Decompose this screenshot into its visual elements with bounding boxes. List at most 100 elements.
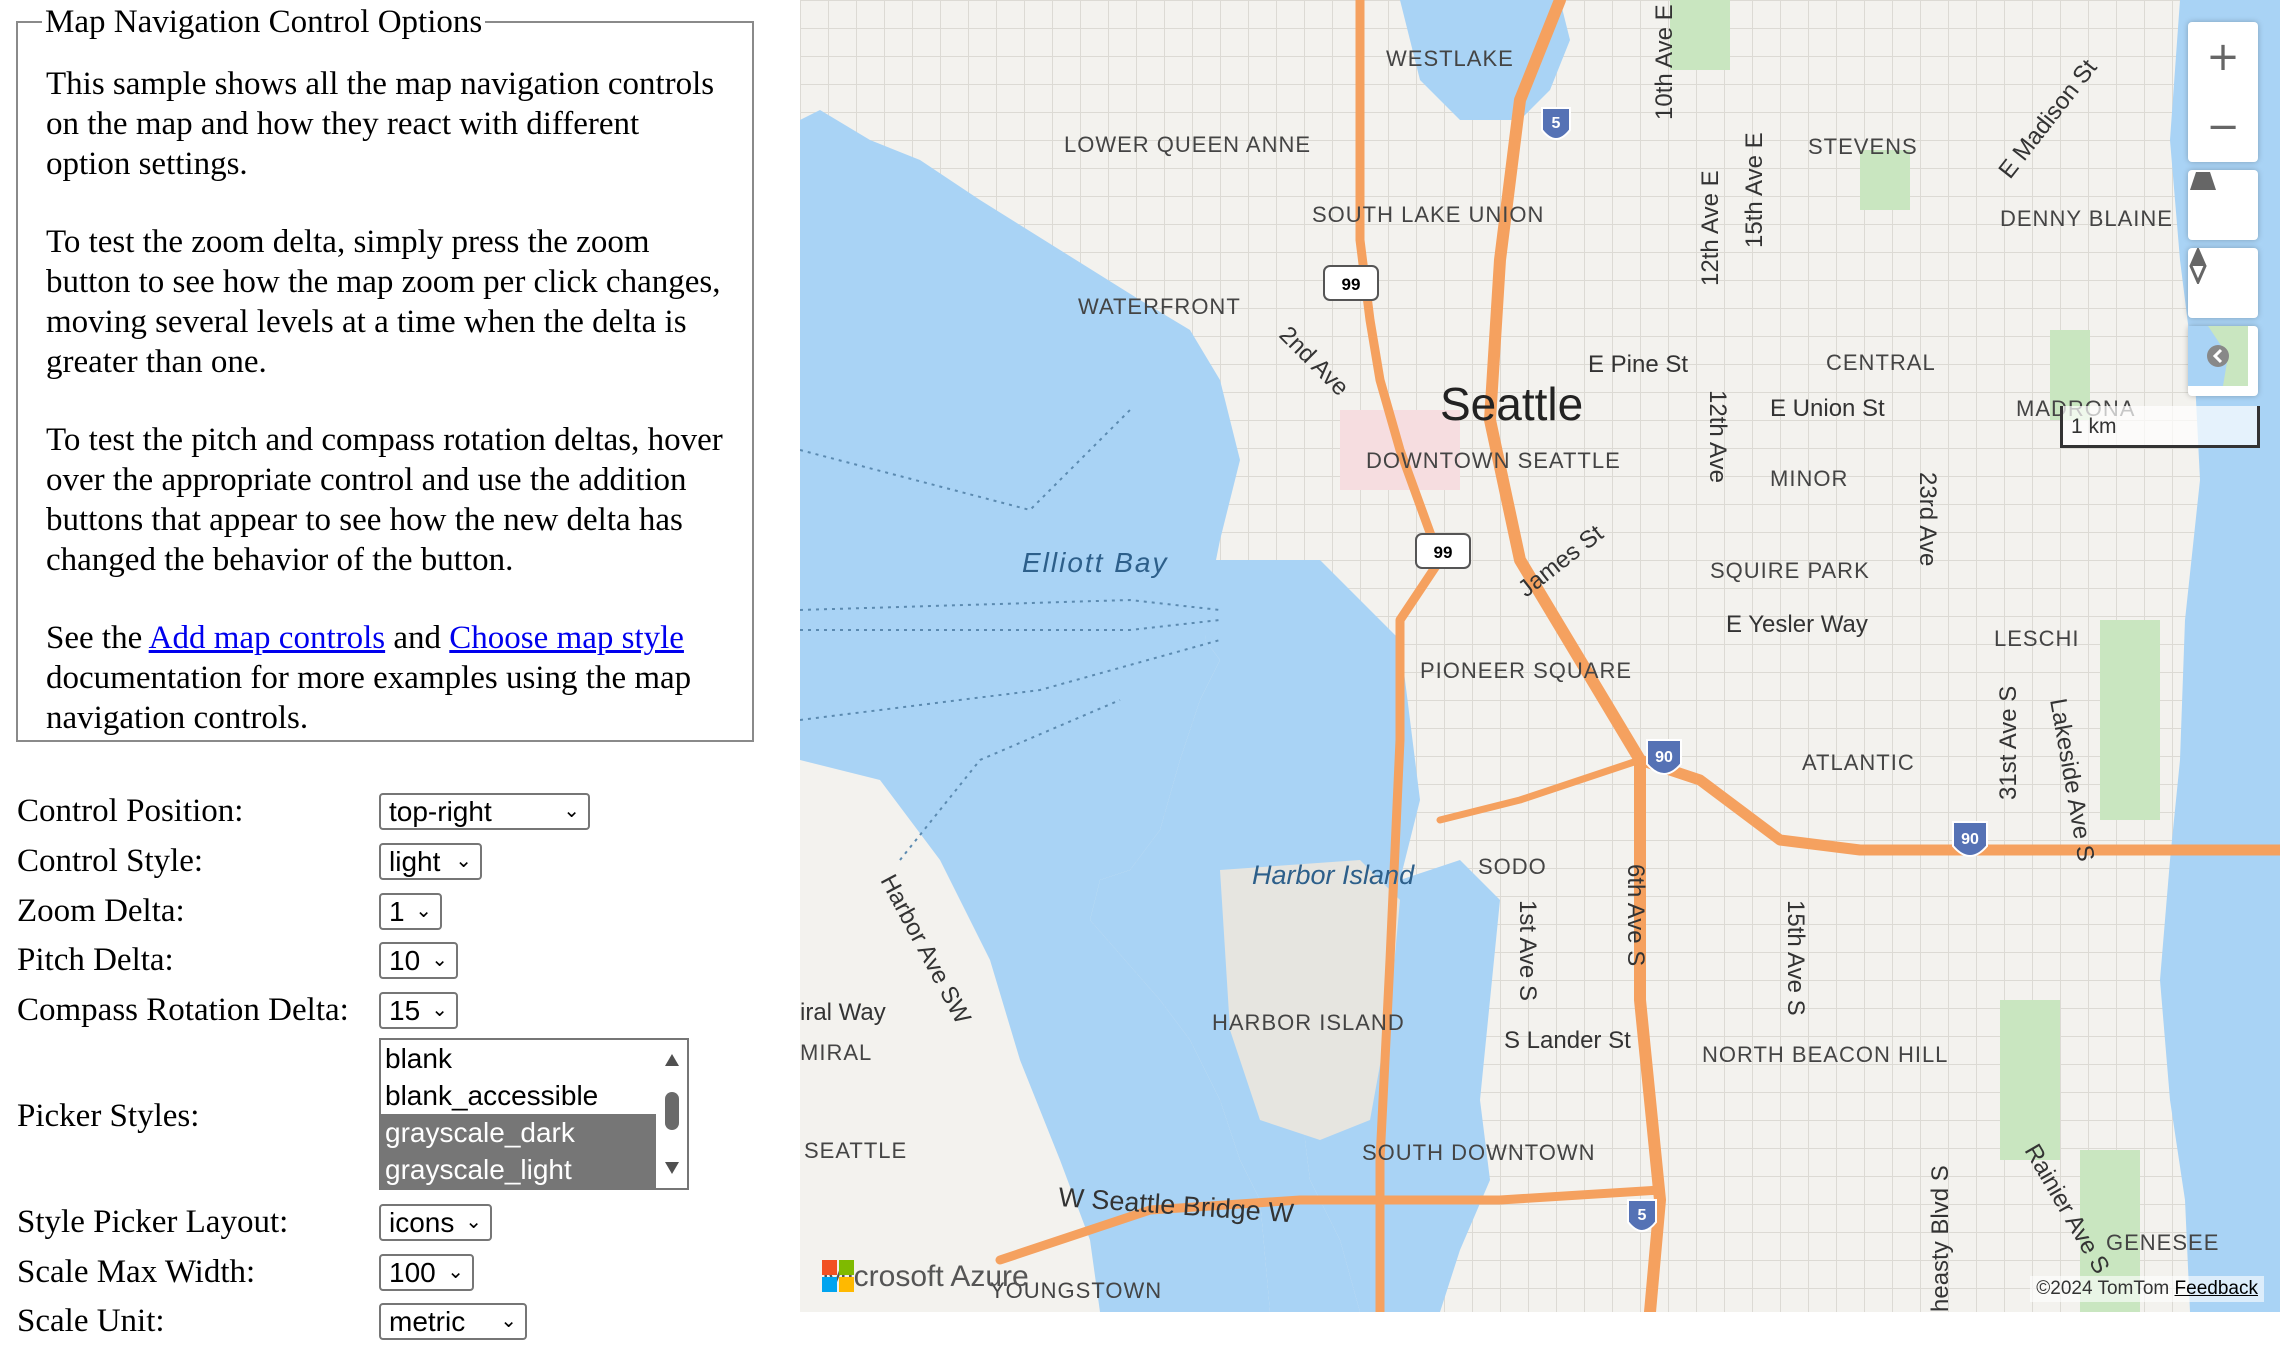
pitch-button[interactable] xyxy=(2188,170,2258,240)
interstate-90-shield: 90 xyxy=(1952,821,1988,857)
street-label-s-lander: S Lander St xyxy=(1504,1027,1631,1054)
control-style-select[interactable]: light ⌄ xyxy=(379,843,482,880)
documentation-text: documentation for more examples using th… xyxy=(46,660,692,736)
map-graphics: 5 5 90 90 99 99 WESTLAKE LOWER QUEEN ANN… xyxy=(800,0,2280,1312)
pitch-delta-label: Pitch Delta: xyxy=(17,942,174,978)
map-label-squire-park: SQUIRE PARK xyxy=(1710,558,1870,583)
street-label-6th-ave-s: 6th Ave S xyxy=(1622,864,1649,966)
panel-legend: Map Navigation Control Options xyxy=(45,4,483,40)
scroll-down-icon xyxy=(665,1162,679,1174)
chevron-down-icon: ⌄ xyxy=(447,1261,464,1283)
street-label-23rd-ave: 23rd Ave xyxy=(1914,472,1941,566)
style-picker-button[interactable] xyxy=(2188,326,2258,396)
chevron-down-icon: ⌄ xyxy=(465,1211,482,1233)
list-item-selected[interactable]: grayscale_light xyxy=(381,1151,656,1188)
see-the-text: See the xyxy=(46,620,143,656)
map-label-pioneer-square: PIONEER SQUARE xyxy=(1420,658,1632,683)
control-position-select[interactable]: top-right ⌄ xyxy=(379,793,590,830)
map-label-sodo: SODO xyxy=(1478,854,1547,879)
pitch-delta-select[interactable]: 10 ⌄ xyxy=(379,942,458,979)
compass-rotation-delta-select[interactable]: 15 ⌄ xyxy=(379,992,458,1029)
description-paragraph-1: This sample shows all the map navigation… xyxy=(46,66,715,182)
scale-max-width-select[interactable]: 100 ⌄ xyxy=(379,1254,474,1291)
options-panel: Map Navigation Control Options This samp… xyxy=(0,0,790,1346)
park xyxy=(2000,1000,2060,1160)
map-label-leschi: LESCHI xyxy=(1994,626,2079,651)
water-label-elliott-bay: Elliott Bay xyxy=(1022,547,1169,578)
compass-control xyxy=(2188,248,2258,318)
street-label-15th-ave-e: 15th Ave E xyxy=(1741,132,1768,248)
style-picker-layout-label: Style Picker Layout: xyxy=(17,1204,289,1240)
description-paragraph-4: See the Add map controls and Choose map … xyxy=(46,618,726,738)
description-fieldset: Map Navigation Control Options This samp… xyxy=(16,4,754,742)
street-label-15th-ave-s: 15th Ave S xyxy=(1782,900,1809,1016)
pitch-icon xyxy=(2190,172,2216,190)
interstate-5-shield: 5 xyxy=(1541,107,1571,140)
street-label-e-yesler: E Yesler Way xyxy=(1726,611,1868,638)
description-text: This sample shows all the map navigation… xyxy=(46,64,726,738)
feedback-link[interactable]: Feedback xyxy=(2175,1278,2258,1299)
description-paragraph-3: To test the pitch and compass rotation d… xyxy=(46,422,723,578)
control-position-label: Control Position: xyxy=(17,793,244,829)
map-label-stevens: STEVENS xyxy=(1808,134,1918,159)
add-map-controls-link[interactable]: Add map controls xyxy=(149,620,385,656)
scale-max-width-value: 100 xyxy=(389,1257,436,1288)
compass-rotation-delta-label: Compass Rotation Delta: xyxy=(17,992,349,1028)
copyright-text: ©2024 TomTom xyxy=(2036,1278,2170,1299)
zoom-in-button[interactable]: + xyxy=(2188,22,2258,92)
chevron-down-icon: ⌄ xyxy=(563,800,580,822)
style-picker-layout-select[interactable]: icons ⌄ xyxy=(379,1204,492,1241)
water-label-harbor-island: Harbor Island xyxy=(1252,860,1415,890)
map-label-waterfront: WATERFRONT xyxy=(1078,294,1241,319)
listbox-scrollbar[interactable] xyxy=(657,1040,687,1188)
zoom-out-button[interactable]: − xyxy=(2188,92,2258,162)
svg-text:90: 90 xyxy=(1655,749,1673,766)
scale-unit-select[interactable]: metric ⌄ xyxy=(379,1303,527,1340)
svg-text:99: 99 xyxy=(1342,275,1361,294)
compass-rotation-delta-value: 15 xyxy=(389,995,421,1026)
scrollbar-thumb xyxy=(665,1092,679,1130)
interstate-5-shield: 5 xyxy=(1627,1199,1657,1232)
map-label-downtown: DOWNTOWN SEATTLE xyxy=(1366,448,1621,473)
zoom-delta-label: Zoom Delta: xyxy=(17,893,185,929)
chevron-down-icon: ⌄ xyxy=(455,850,472,872)
picker-styles-listbox[interactable]: blank blank_accessible grayscale_dark gr… xyxy=(379,1038,689,1190)
compass-icon xyxy=(2189,248,2207,284)
map-label-minor: MINOR xyxy=(1770,466,1848,491)
scroll-up-icon xyxy=(665,1054,679,1066)
chevron-down-icon: ⌄ xyxy=(415,900,432,922)
zoom-in-icon: + xyxy=(2206,34,2240,80)
street-label-e-union: E Union St xyxy=(1770,395,1885,422)
zoom-delta-select[interactable]: 1 ⌄ xyxy=(379,893,442,930)
map-label-lower-queen-anne: LOWER QUEEN ANNE xyxy=(1064,132,1311,157)
chevron-down-icon: ⌄ xyxy=(431,949,448,971)
scale-unit-label: Scale Unit: xyxy=(17,1303,165,1339)
list-item-selected[interactable]: grayscale_dark xyxy=(381,1114,656,1151)
svg-text:99: 99 xyxy=(1434,543,1453,562)
style-picker-icon xyxy=(2188,326,2248,386)
state-route-99-shield: 99 xyxy=(1415,533,1471,569)
control-position-value: top-right xyxy=(389,796,492,827)
list-item[interactable]: blank_accessible xyxy=(381,1077,656,1114)
state-route-99-shield: 99 xyxy=(1323,265,1379,301)
compass-button[interactable] xyxy=(2188,248,2258,318)
microsoft-azure-logo: Microsoft Azure xyxy=(822,1260,1029,1294)
map-label-central: CENTRAL xyxy=(1826,350,1936,375)
list-item[interactable]: blank xyxy=(381,1040,656,1077)
zoom-out-icon: − xyxy=(2206,104,2240,150)
park xyxy=(1670,0,1730,70)
svg-text:5: 5 xyxy=(1552,115,1561,132)
street-label-12th-ave: 12th Ave xyxy=(1704,390,1731,483)
map-label-miral: MIRAL xyxy=(800,1040,872,1065)
chevron-down-icon: ⌄ xyxy=(500,1310,517,1332)
map-label-south-downtown: SOUTH DOWNTOWN xyxy=(1362,1140,1596,1165)
street-label-10th-ave-e: 10th Ave E xyxy=(1651,4,1678,120)
svg-text:5: 5 xyxy=(1638,1207,1647,1224)
map-canvas[interactable]: 5 5 90 90 99 99 WESTLAKE LOWER QUEEN ANN… xyxy=(800,0,2280,1312)
style-picker-layout-value: icons xyxy=(389,1207,455,1238)
park xyxy=(1860,150,1910,210)
map-label-denny-blaine: DENNY BLAINE xyxy=(2000,206,2173,231)
choose-map-style-link[interactable]: Choose map style xyxy=(449,620,684,656)
and-text: and xyxy=(393,620,442,656)
street-label-31st-ave-s: 31st Ave S xyxy=(1995,686,2022,800)
